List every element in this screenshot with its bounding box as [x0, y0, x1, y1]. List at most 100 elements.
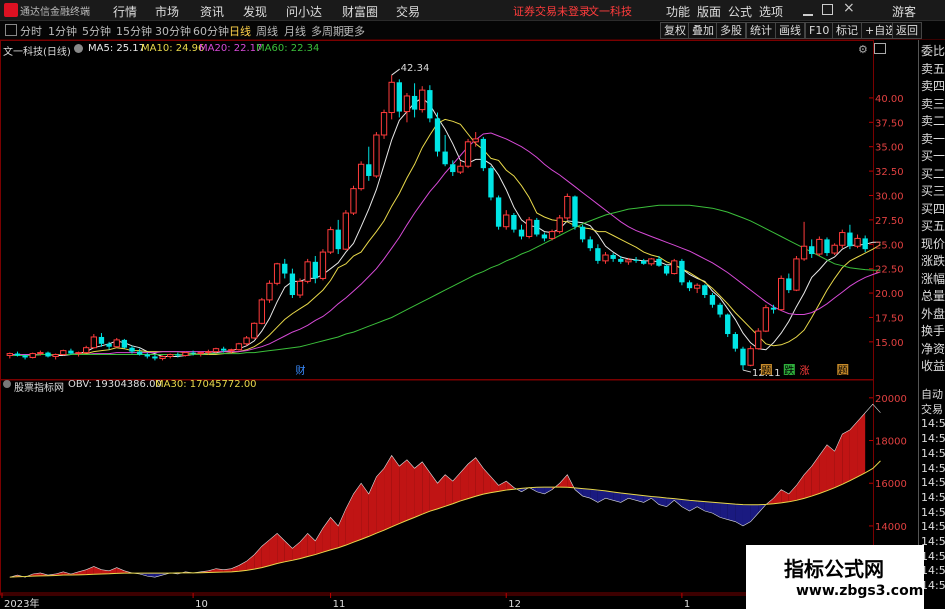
candle-body — [235, 343, 243, 351]
candle — [525, 216, 533, 239]
candle — [747, 345, 754, 367]
candle-body — [37, 352, 44, 355]
candle-body — [556, 217, 563, 233]
overlay-button[interactable]: 叠加 — [688, 22, 718, 39]
period-60min[interactable]: 60分钟 — [193, 23, 229, 39]
candle-body — [380, 112, 388, 136]
candle — [777, 275, 785, 311]
multi-stock-button[interactable]: 多股 — [716, 22, 746, 39]
candle-body — [68, 350, 74, 354]
candle-body — [251, 322, 258, 339]
candle-body — [22, 355, 28, 358]
obv-fill-segment — [681, 499, 690, 511]
side-panel-item: 收益 — [921, 359, 945, 373]
y-tick-label: 17.50 — [875, 313, 904, 324]
period-daily[interactable]: 日线 — [229, 23, 251, 39]
trade-login-notice[interactable]: 证券交易未登录 — [513, 3, 590, 19]
candle-body — [273, 263, 281, 284]
candle — [29, 352, 36, 359]
period-multi[interactable]: 多周期 — [311, 23, 344, 39]
period-more[interactable]: 更多 — [343, 23, 365, 39]
draw-line-button[interactable]: 画线 — [775, 22, 805, 39]
candle-body — [335, 229, 341, 250]
side-panel-item: 卖四 — [921, 79, 945, 93]
candle — [702, 284, 708, 298]
candle — [556, 215, 563, 234]
menu-market[interactable]: 市场 — [155, 3, 179, 20]
candle-body — [679, 260, 685, 283]
obv-fill-segment — [559, 474, 568, 488]
menu-discover[interactable]: 发现 — [243, 3, 267, 20]
candle-body — [572, 196, 578, 227]
candle — [464, 138, 472, 169]
candle — [717, 302, 723, 318]
obv-fill-segment — [720, 502, 728, 520]
candle — [167, 353, 174, 359]
toolbar-menu-icon[interactable] — [5, 24, 17, 36]
back-button[interactable]: 返回 — [892, 22, 922, 39]
tick-panel-item: 交易 — [921, 402, 943, 416]
menu-quotes[interactable]: 行情 — [113, 3, 137, 20]
candle — [800, 221, 808, 261]
candle — [388, 75, 395, 120]
statistics-button[interactable]: 统计 — [746, 22, 776, 39]
candle-body — [770, 307, 777, 310]
menu-options[interactable]: 选项 — [759, 3, 783, 20]
candle-body — [854, 237, 861, 247]
maximize-icon[interactable] — [822, 4, 833, 15]
candle-body — [625, 259, 632, 263]
period-timeshare[interactable]: 分时 — [20, 23, 42, 39]
side-panel-item: 买二 — [921, 166, 945, 181]
menu-formula[interactable]: 公式 — [728, 3, 752, 20]
obv-fill-segment — [742, 504, 751, 526]
candle-body — [488, 168, 494, 198]
minimize-icon[interactable] — [803, 4, 813, 16]
candle-body — [289, 273, 296, 296]
candle-body — [304, 261, 311, 282]
candle — [6, 352, 13, 359]
indicator-settings-icon[interactable] — [3, 380, 11, 388]
candle — [847, 224, 853, 250]
candle-body — [762, 307, 770, 332]
candle-body — [693, 284, 701, 289]
candle-body — [144, 354, 150, 357]
candle — [495, 195, 502, 230]
candle-body — [197, 352, 204, 355]
candle-body — [755, 330, 762, 350]
candle — [480, 136, 486, 172]
candle-body — [342, 212, 350, 250]
tick-panel-item: 14:50 — [921, 476, 945, 490]
period-5min[interactable]: 5分钟 — [82, 23, 111, 39]
mark-button[interactable]: 标记 — [832, 22, 862, 39]
restore-rights-button[interactable]: 复权 — [660, 22, 690, 39]
close-icon[interactable]: × — [843, 0, 855, 16]
menu-wealth[interactable]: 财富圈 — [342, 3, 378, 20]
obv-fill-segment — [406, 459, 415, 521]
period-weekly[interactable]: 周线 — [256, 23, 278, 39]
obv-fill-segment — [490, 476, 499, 493]
candle-body — [182, 352, 189, 357]
menu-trade[interactable]: 交易 — [396, 3, 420, 20]
candle — [327, 226, 334, 255]
candle-body — [75, 352, 82, 355]
candle-body — [800, 245, 808, 260]
candle — [641, 258, 647, 265]
indicator-name[interactable]: 股票指标网 — [14, 379, 64, 394]
candle — [648, 257, 655, 266]
guest-label[interactable]: 游客 — [892, 3, 916, 20]
period-30min[interactable]: 30分钟 — [155, 23, 191, 39]
candle — [342, 210, 350, 251]
candle-body — [159, 355, 166, 359]
kline-chart[interactable]: 40.00 37.50 35.00 32.50 30.00 27.50 25.00 22.50… — [0, 40, 918, 609]
period-1min[interactable]: 1分钟 — [48, 23, 77, 39]
period-monthly[interactable]: 月线 — [284, 23, 306, 39]
candle — [152, 354, 158, 361]
obv-fill-segment — [414, 461, 423, 518]
menu-function[interactable]: 功能 — [666, 3, 690, 20]
menu-xiaoda[interactable]: 问小达 — [286, 3, 322, 20]
f10-button[interactable]: F10 — [805, 22, 834, 39]
obv-fill-segment — [399, 459, 407, 524]
menu-news[interactable]: 资讯 — [200, 3, 224, 20]
menu-layout[interactable]: 版面 — [697, 3, 721, 20]
period-15min[interactable]: 15分钟 — [116, 23, 152, 39]
